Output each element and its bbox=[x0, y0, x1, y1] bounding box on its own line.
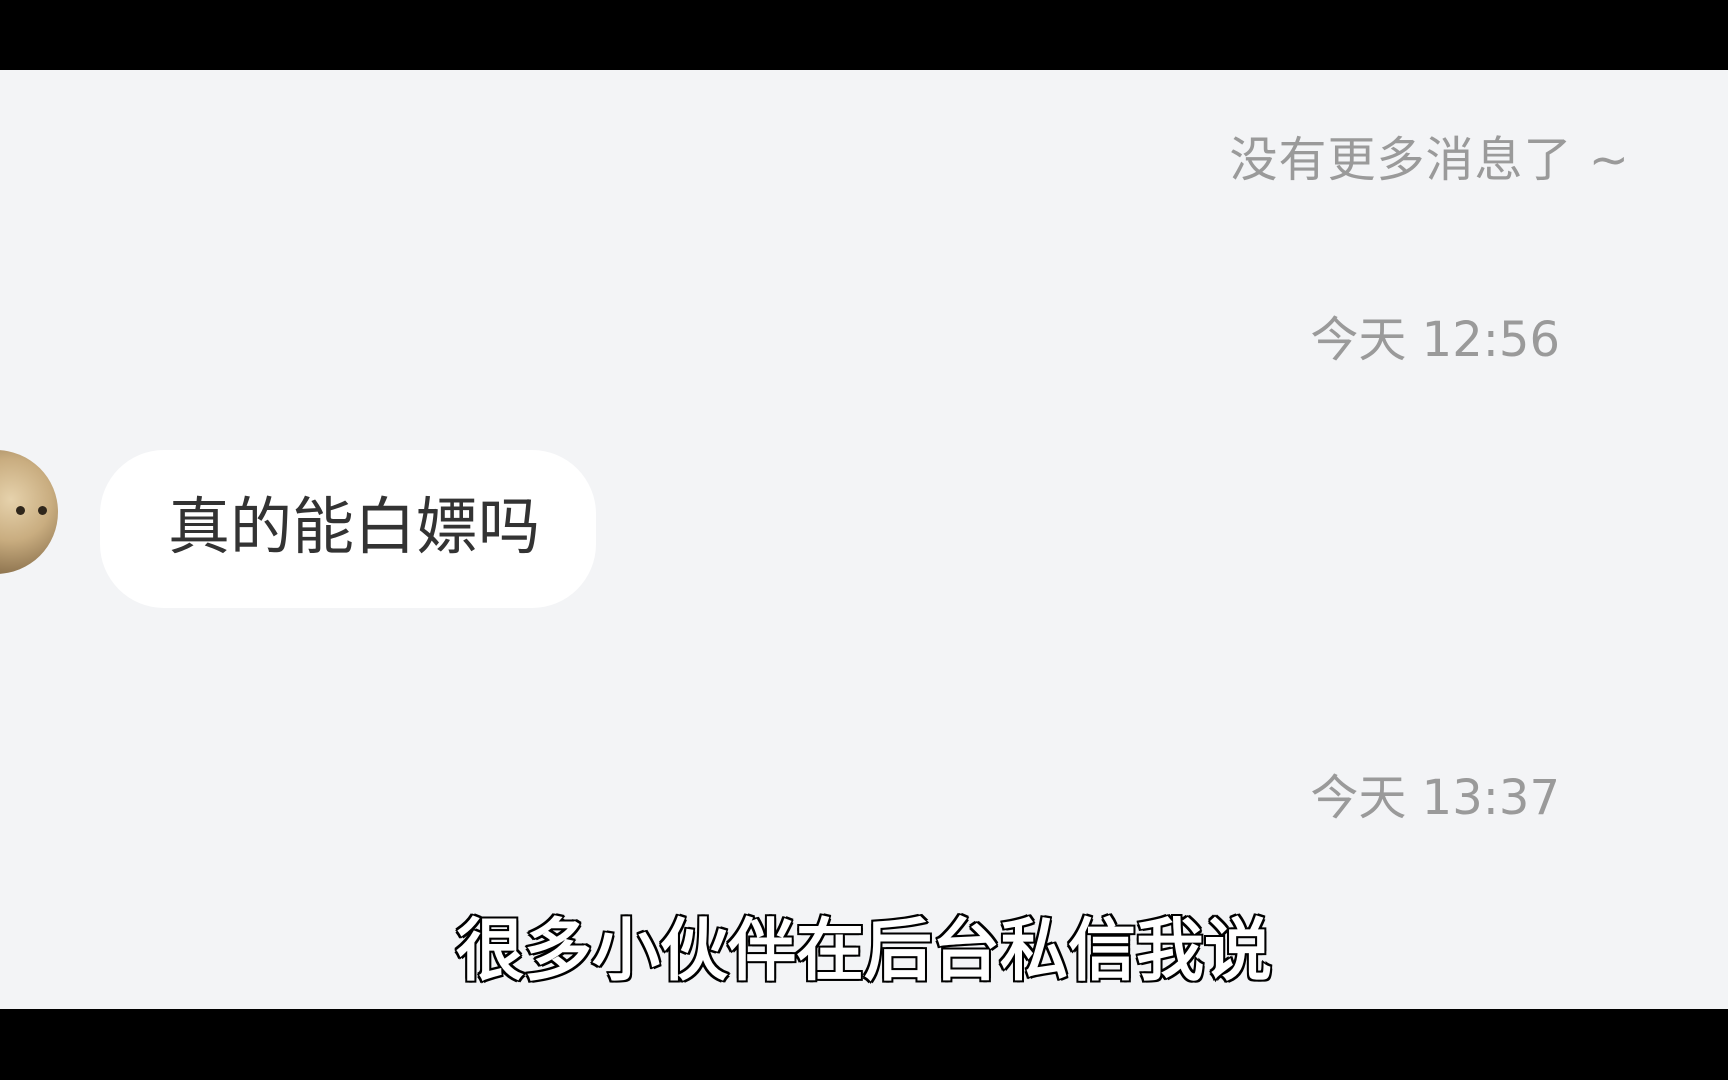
message-timestamp: 今天 12:56 bbox=[1310, 312, 1560, 368]
video-subtitle: 很多小伙伴在后台私信我说 bbox=[454, 912, 1273, 991]
video-frame: 没有更多消息了 ~ 今天 12:56 真的能白嫖吗 今天 13:37 很多小伙伴… bbox=[0, 0, 1728, 1080]
avatar[interactable] bbox=[0, 450, 58, 574]
avatar-eye bbox=[38, 506, 47, 515]
message-text: 真的能白嫖吗 bbox=[168, 490, 541, 563]
message-bubble[interactable]: 真的能白嫖吗 bbox=[100, 450, 596, 608]
chat-window[interactable]: 没有更多消息了 ~ 今天 12:56 真的能白嫖吗 今天 13:37 bbox=[0, 70, 1728, 1009]
avatar-eye bbox=[16, 506, 25, 515]
no-more-messages-label: 没有更多消息了 ~ bbox=[1229, 132, 1630, 188]
letterbox-bottom bbox=[0, 1009, 1728, 1080]
message-timestamp: 今天 13:37 bbox=[1310, 770, 1560, 826]
letterbox-top bbox=[0, 0, 1728, 70]
